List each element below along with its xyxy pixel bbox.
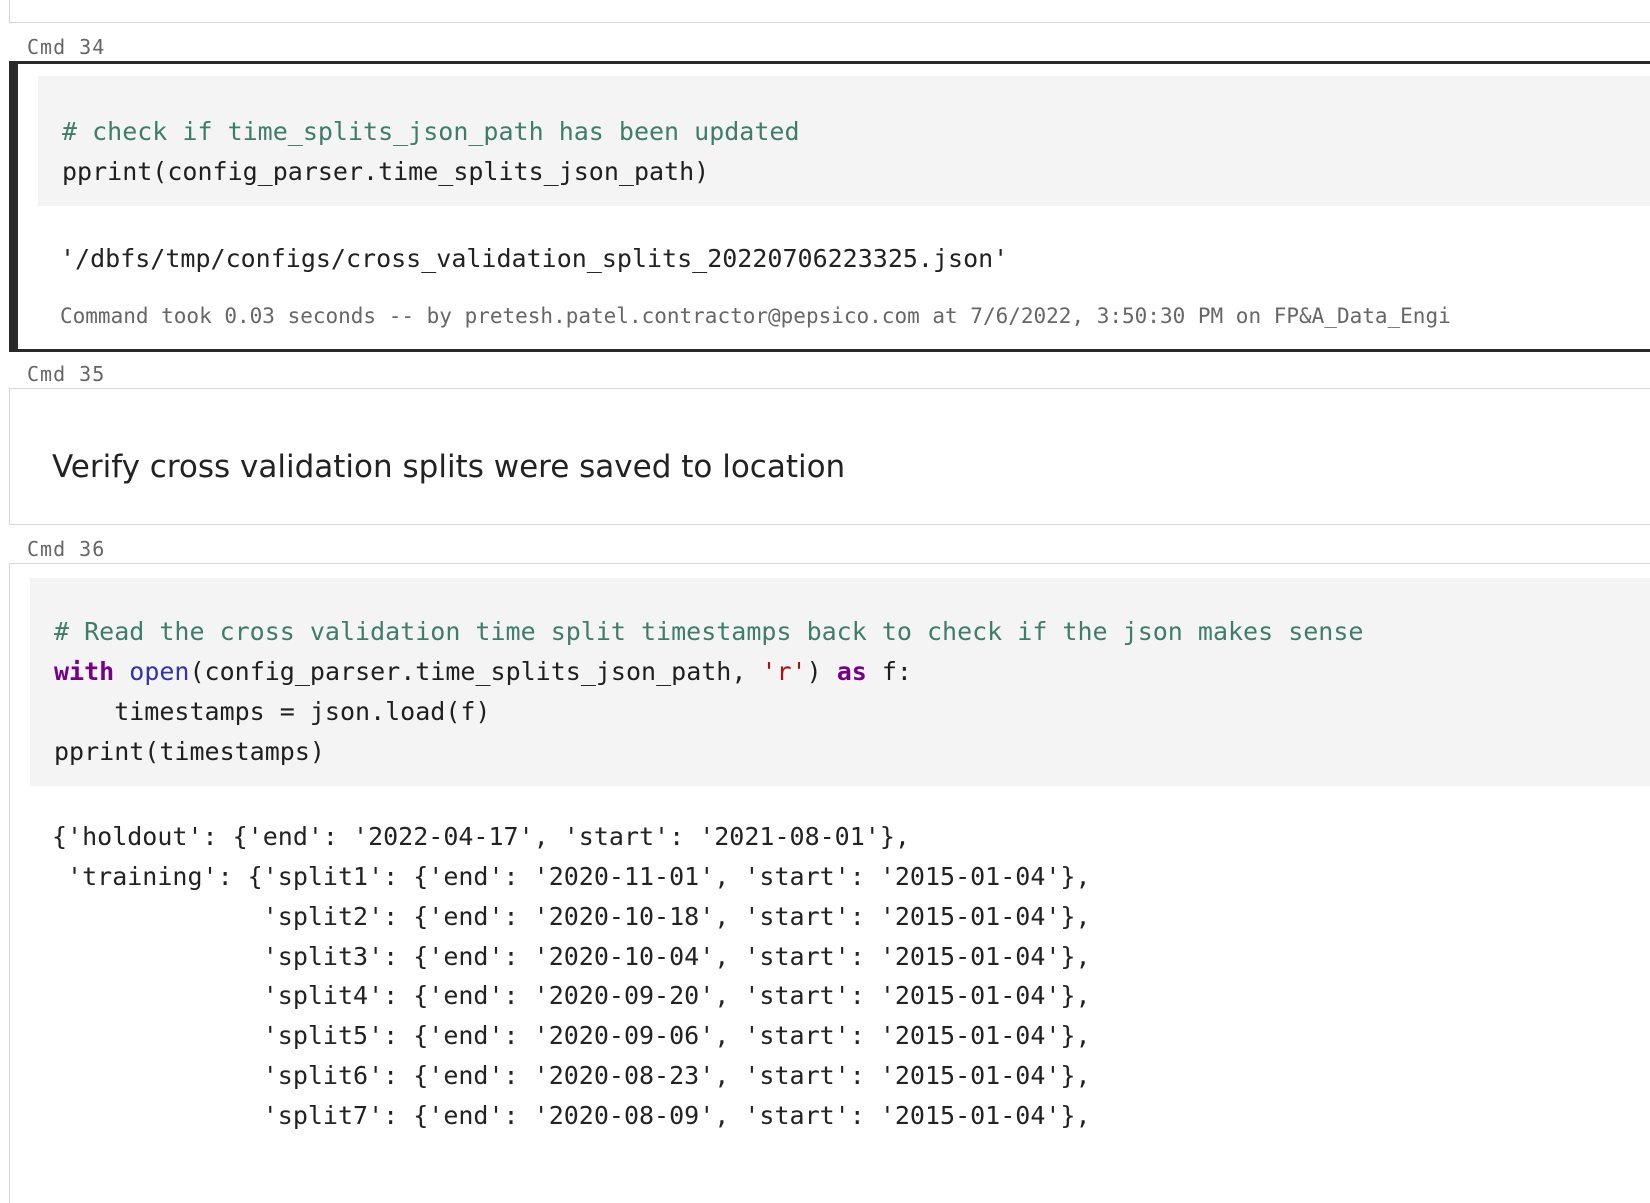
code-line: with open(config_parser.time_splits_json… [54, 652, 912, 692]
cell-cmd-34[interactable]: # check if time_splits_json_path has bee… [9, 61, 1650, 352]
as-target: f: [866, 657, 912, 686]
output-line: 'split7': {'end': '2020-08-09', 'start':… [52, 1101, 1091, 1130]
cmd-36-label: Cmd 36 [27, 537, 106, 561]
builtin-open: open [129, 657, 190, 686]
command-footer: Command took 0.03 seconds -- by pretesh.… [60, 304, 1451, 328]
cmd-35-label: Cmd 35 [27, 362, 106, 386]
output-line: {'holdout': {'end': '2022-04-17', 'start… [52, 822, 910, 851]
keyword-with: with [54, 657, 115, 686]
previous-cell-remnant [9, 0, 1650, 23]
code-editor[interactable]: # check if time_splits_json_path has bee… [38, 76, 1650, 206]
keyword-as: as [836, 657, 867, 686]
output-line: 'split5': {'end': '2020-09-06', 'start':… [52, 1021, 1091, 1050]
output-line: 'training': {'split1': {'end': '2020-11-… [52, 862, 1091, 891]
output-line: 'split6': {'end': '2020-08-23', 'start':… [52, 1061, 1091, 1090]
cell-output: '/dbfs/tmp/configs/cross_validation_spli… [60, 244, 1009, 273]
open-args: (config_parser.time_splits_json_path, [189, 657, 762, 686]
string-literal: 'r' [761, 657, 807, 686]
cmd-34-label: Cmd 34 [27, 35, 106, 59]
markdown-text: Verify cross validation splits were save… [52, 449, 846, 485]
close-paren: ) [806, 657, 837, 686]
code-line: pprint(timestamps) [54, 737, 325, 766]
cell-cmd-35[interactable]: Verify cross validation splits were save… [9, 388, 1650, 525]
code-comment: # check if time_splits_json_path has bee… [62, 117, 800, 146]
output-line: 'split4': {'end': '2020-09-20', 'start':… [52, 981, 1091, 1010]
code-line: timestamps = json.load(f) [54, 697, 491, 726]
output-line: 'split2': {'end': '2020-10-18', 'start':… [52, 902, 1091, 931]
code-editor[interactable]: # Read the cross validation time split t… [30, 578, 1650, 786]
cell-cmd-36[interactable]: # Read the cross validation time split t… [9, 563, 1650, 1203]
code-line: pprint(config_parser.time_splits_json_pa… [62, 157, 710, 186]
code-comment: # Read the cross validation time split t… [54, 617, 1364, 646]
output-line: 'split3': {'end': '2020-10-04', 'start':… [52, 942, 1091, 971]
